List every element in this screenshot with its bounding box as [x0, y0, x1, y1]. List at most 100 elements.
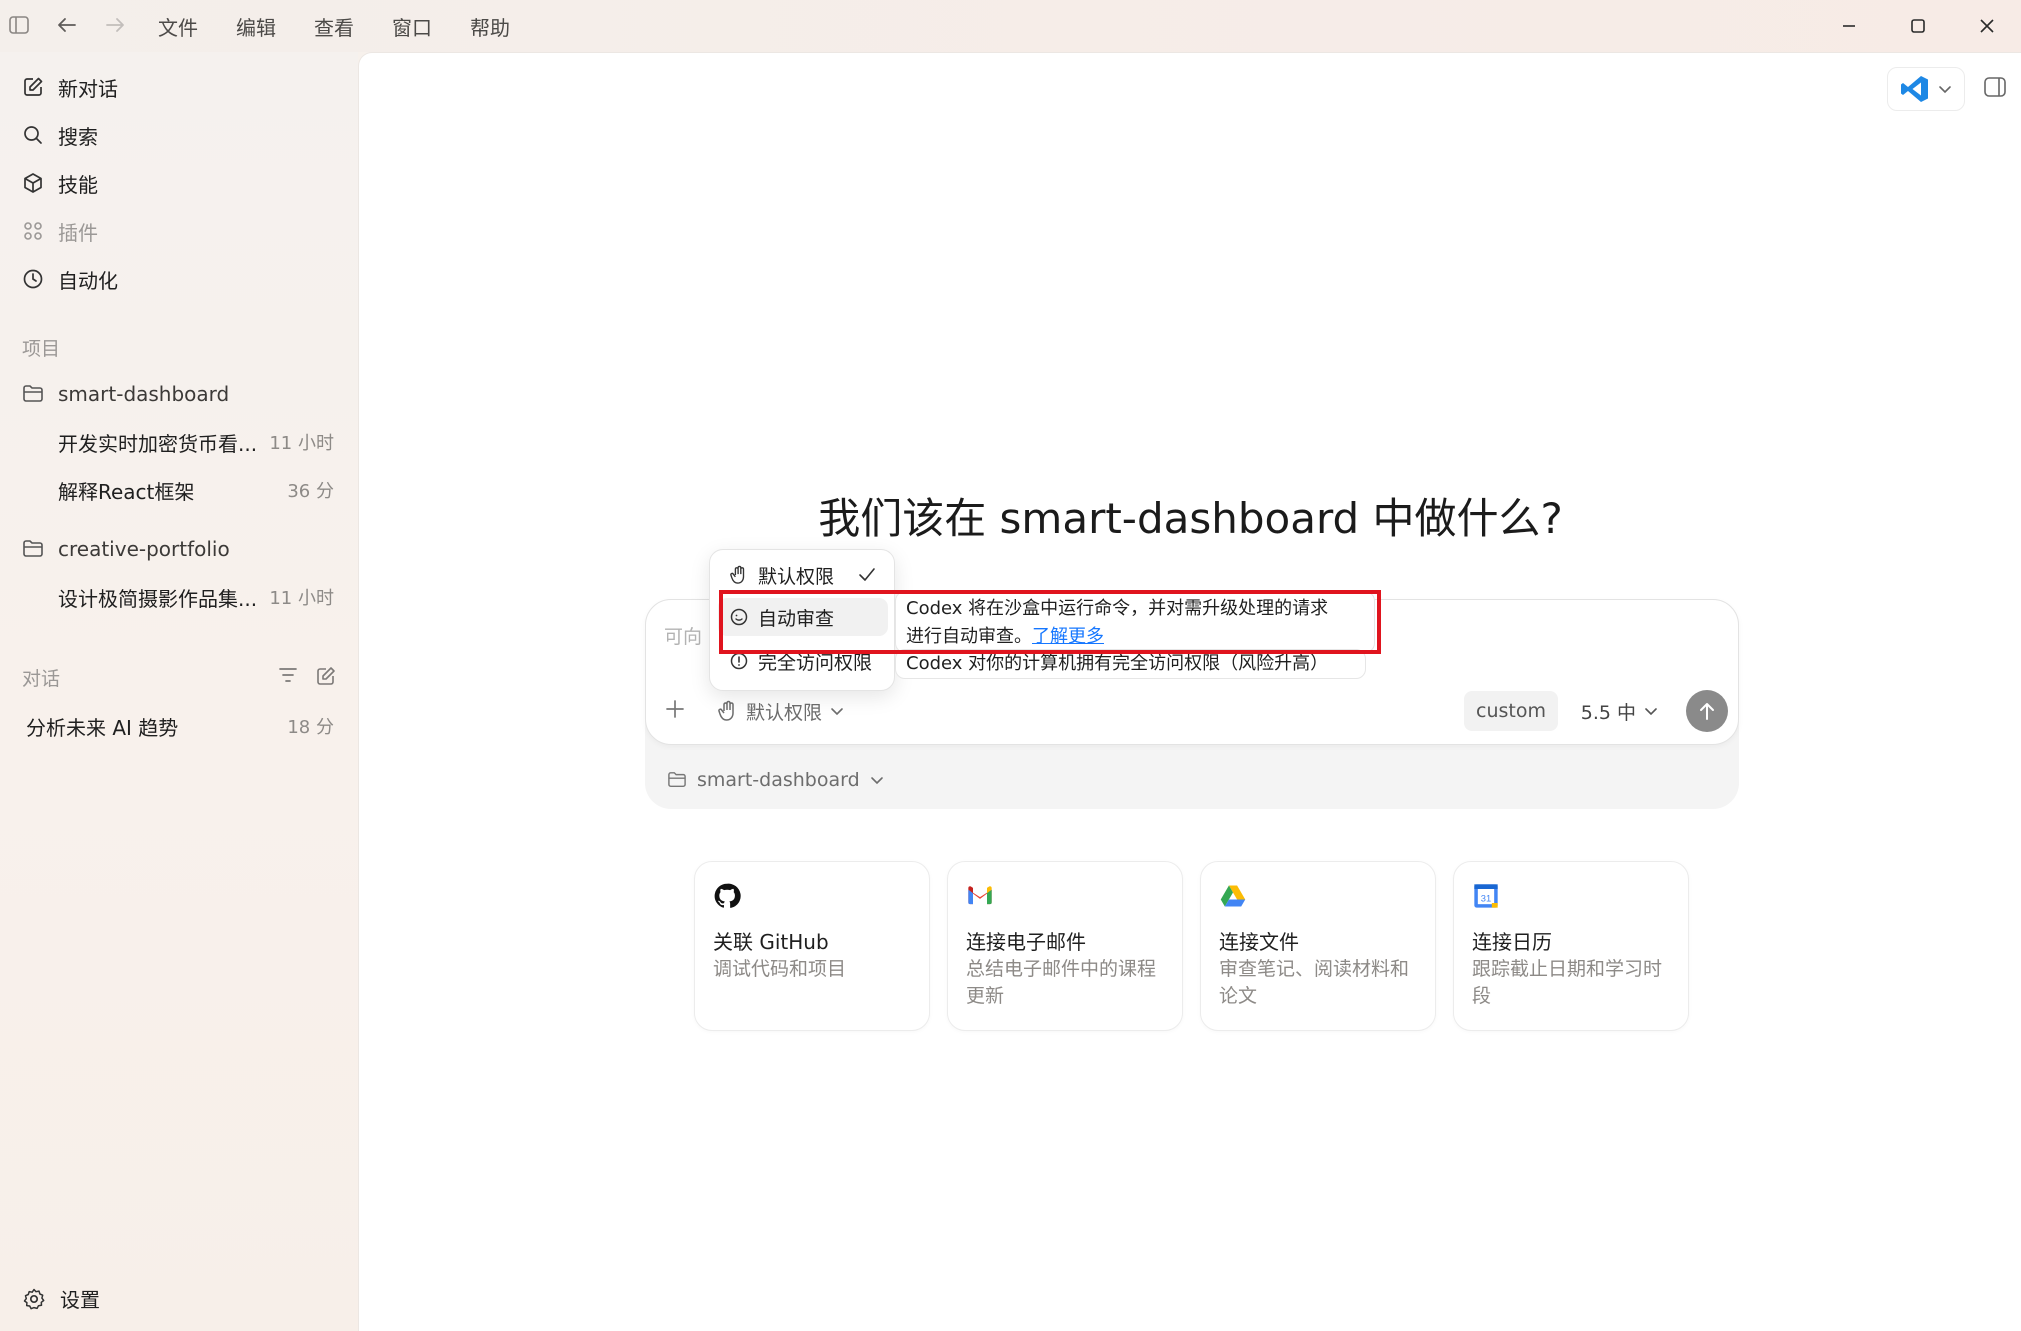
close-button[interactable] — [1952, 0, 2021, 52]
card-title: 连接日历 — [1472, 930, 1552, 954]
hand-icon — [718, 700, 734, 721]
thread-time: 36 分 — [287, 481, 334, 502]
project-selector-label: smart-dashboard — [697, 769, 860, 791]
alert-circle-icon — [730, 652, 748, 670]
page-title: 我们该在 smart-dashboard 中做什么? — [818, 494, 1563, 543]
projects-section-label: 项目 — [22, 338, 61, 360]
settings-button[interactable]: 设置 — [22, 1284, 100, 1313]
sidebar-item-label: 插件 — [58, 220, 98, 245]
menu-help[interactable]: 帮助 — [470, 12, 510, 41]
project-creative-portfolio[interactable]: creative-portfolio — [22, 533, 230, 565]
send-button[interactable] — [1686, 690, 1728, 732]
permission-label: 默认权限 — [746, 701, 823, 724]
settings-label: 设置 — [60, 1288, 100, 1312]
card-description: 总结电子邮件中的课程更新 — [966, 958, 1157, 1007]
window-controls — [1814, 0, 2021, 52]
sidebar-item-skills[interactable]: 技能 — [22, 166, 98, 200]
sidebar-item-label: 搜索 — [58, 124, 98, 149]
hand-icon — [730, 565, 745, 584]
thread-time: 11 小时 — [269, 433, 334, 454]
gmail-icon — [968, 886, 992, 905]
chevron-down-icon — [1645, 708, 1657, 716]
cube-icon — [24, 173, 42, 193]
card-description: 跟踪截止日期和学习时段 — [1472, 958, 1663, 1007]
open-in-editor-button[interactable] — [1887, 67, 1965, 111]
back-arrow-icon[interactable] — [56, 14, 78, 36]
top-right-actions — [1887, 67, 2007, 111]
chevron-down-icon — [870, 777, 883, 785]
arrow-up-icon — [1700, 703, 1714, 720]
thread-title: 设计极简摄影作品集... — [58, 586, 258, 611]
vscode-icon — [1901, 76, 1928, 102]
sidebar-item-automation[interactable]: 自动化 — [22, 262, 118, 296]
titlebar-left-controls — [8, 14, 126, 36]
sidebar-item-label: 新对话 — [58, 76, 118, 101]
connect-files-card[interactable]: 连接文件 审查笔记、阅读材料和论文 — [1200, 861, 1436, 1031]
drive-icon — [1220, 885, 1246, 907]
maximize-button[interactable] — [1883, 0, 1952, 52]
project-smart-dashboard[interactable]: smart-dashboard — [22, 378, 229, 410]
connect-github-card[interactable]: 关联 GitHub 调试代码和项目 — [694, 861, 930, 1031]
menu-bar: 文件 编辑 查看 窗口 帮助 — [158, 12, 510, 41]
connect-calendar-card[interactable]: 31 连接日历 跟踪截止日期和学习时段 — [1453, 861, 1689, 1031]
folder-icon — [23, 540, 43, 557]
minimize-button[interactable] — [1814, 0, 1883, 52]
title-bar: 文件 编辑 查看 窗口 帮助 — [0, 0, 2021, 52]
sidebar: 新对话 搜索 技能 插件 自动化 项目 smart-dashboard 开发实时… — [0, 52, 358, 1331]
annotation-highlight-box — [719, 590, 1381, 654]
sidebar-item-search[interactable]: 搜索 — [22, 118, 98, 152]
composer-toolbar: 默认权限 custom 5.5 中 — [646, 690, 1738, 732]
conversation-time: 18 分 — [287, 717, 334, 738]
forward-arrow-icon[interactable] — [104, 14, 126, 36]
filter-icon[interactable] — [278, 666, 298, 684]
panel-toggle-icon[interactable] — [1983, 76, 2007, 102]
card-title: 连接文件 — [1219, 930, 1299, 954]
prompt-input[interactable]: 可向 — [664, 622, 702, 649]
github-icon — [714, 883, 741, 908]
permission-option-default[interactable]: 默认权限 — [718, 556, 888, 594]
card-title: 连接电子邮件 — [966, 930, 1086, 954]
new-conversation-icon[interactable] — [316, 666, 336, 686]
conversations-section-label: 对话 — [22, 668, 61, 690]
calendar-day: 31 — [1481, 893, 1491, 903]
folder-icon — [23, 385, 43, 402]
search-icon — [24, 126, 42, 144]
thread-title: 解释React框架 — [58, 479, 195, 504]
model-selector[interactable]: 5.5 中 — [1581, 698, 1658, 725]
card-description: 审查笔记、阅读材料和论文 — [1219, 958, 1410, 1007]
sidebar-item-new-chat[interactable]: 新对话 — [22, 70, 118, 104]
permission-selector[interactable]: 默认权限 — [718, 698, 844, 725]
sidebar-item-plugins[interactable]: 插件 — [22, 214, 98, 248]
calendar-icon: 31 — [1474, 884, 1498, 908]
clock-icon — [23, 269, 43, 289]
gear-icon — [23, 1288, 45, 1309]
menu-view[interactable]: 查看 — [314, 12, 354, 41]
plus-icon — [666, 700, 684, 718]
custom-chip[interactable]: custom — [1464, 691, 1558, 731]
grid-icon — [24, 222, 42, 240]
conversation-title: 分析未来 AI 趋势 — [26, 715, 179, 740]
thread-item[interactable]: 解释React框架 36 分 — [58, 474, 334, 506]
card-description: 调试代码和项目 — [713, 958, 847, 980]
check-icon — [859, 568, 875, 581]
connect-email-card[interactable]: 连接电子邮件 总结电子邮件中的课程更新 — [947, 861, 1183, 1031]
thread-time: 11 小时 — [269, 588, 334, 609]
edit-icon — [24, 77, 43, 96]
menu-file[interactable]: 文件 — [158, 12, 198, 41]
menu-window[interactable]: 窗口 — [392, 12, 432, 41]
menu-edit[interactable]: 编辑 — [236, 12, 276, 41]
thread-item[interactable]: 开发实时加密货币看... 11 小时 — [58, 426, 334, 458]
project-selector[interactable]: smart-dashboard — [667, 769, 884, 791]
project-name: creative-portfolio — [58, 537, 230, 561]
model-label: 5.5 中 — [1580, 701, 1636, 724]
thread-item[interactable]: 设计极简摄影作品集... 11 小时 — [58, 581, 334, 613]
folder-icon — [668, 772, 686, 788]
chevron-down-icon — [1939, 86, 1951, 94]
sidebar-toggle-icon[interactable] — [8, 14, 30, 36]
conversations-header-actions — [278, 666, 336, 686]
add-attachment-button[interactable] — [664, 698, 686, 724]
thread-title: 开发实时加密货币看... — [58, 431, 258, 456]
conversation-item[interactable]: 分析未来 AI 趋势 18 分 — [26, 710, 334, 742]
card-title: 关联 GitHub — [713, 930, 829, 954]
permission-option-label: 默认权限 — [758, 565, 835, 588]
